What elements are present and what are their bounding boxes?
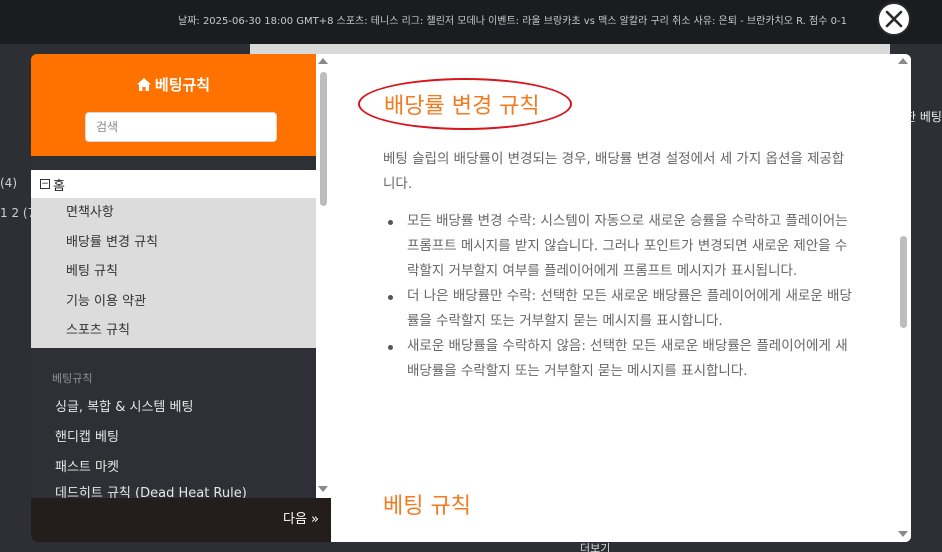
news-ticker: 날짜: 2025-06-30 18:00 GMT+8 스포츠: 테니스 리그: …	[0, 0, 942, 44]
rules-sidebar: 베팅규칙 − 홈 면책사항 배당률 변경 규칙 베팅 규칙 기능 이용 약관 스…	[31, 54, 331, 542]
home-icon	[136, 78, 151, 91]
sidebar-scroll-up-icon[interactable]	[318, 58, 328, 64]
option-item-accept-all: 모든 배당률 변경 수락: 시스템이 자동으로 새로운 승률을 수락하고 플레이…	[383, 209, 853, 284]
sub-item-disclaimer[interactable]: 면책사항	[31, 198, 316, 228]
content-scroll-down-icon[interactable]	[898, 531, 908, 537]
sub-item-odds-change-rules[interactable]: 배당률 변경 규칙	[31, 228, 316, 258]
sidebar-scroll-thumb[interactable]	[320, 72, 327, 206]
sidebar-title: 베팅규칙	[31, 74, 316, 95]
tree-item-home[interactable]: − 홈	[31, 170, 316, 198]
search-input[interactable]	[85, 112, 277, 142]
content-scroll-thumb[interactable]	[900, 236, 907, 328]
content-intro: 베팅 슬립의 배당률이 변경되는 경우, 배당률 변경 설정에서 세 가지 옵션…	[383, 151, 845, 192]
next-button[interactable]: 다음 »	[283, 498, 319, 542]
collapse-icon[interactable]: −	[40, 179, 50, 189]
home-sub-list: 면책사항 배당률 변경 규칙 베팅 규칙 기능 이용 약관 스포츠 규칙	[31, 198, 316, 348]
options-list: 모든 배당률 변경 수락: 시스템이 자동으로 새로운 승률을 수락하고 플레이…	[383, 209, 853, 384]
option-item-accept-none: 새로운 배당률을 수락하지 않음: 선택한 모든 새로운 배당률은 플레이어에게…	[383, 334, 853, 384]
sidebar-title-text: 베팅규칙	[154, 76, 211, 94]
category-item-handicap[interactable]: 핸디캡 베팅	[31, 423, 316, 453]
sidebar-scroll-down-icon[interactable]	[318, 486, 328, 492]
section-label-betting-rules: 베팅규칙	[52, 372, 93, 385]
close-button[interactable]	[877, 2, 911, 36]
content-scroll-up-icon[interactable]	[898, 58, 908, 64]
sidebar-header: 베팅규칙	[31, 54, 316, 156]
content-next-section-title: 베팅 규칙	[383, 494, 471, 519]
background-count-1: (4)	[0, 176, 17, 190]
option-item-accept-better: 더 나은 배당률만 수락: 선택한 모든 새로운 배당률은 플레이어에게 새로운…	[383, 284, 853, 334]
betting-rules-modal: 베팅규칙 − 홈 면책사항 배당률 변경 규칙 베팅 규칙 기능 이용 약관 스…	[31, 54, 911, 542]
tree-item-home-label: 홈	[53, 178, 65, 194]
sub-item-sports-rules[interactable]: 스포츠 규칙	[31, 316, 316, 346]
content-title: 배당률 변경 규칙	[384, 94, 540, 119]
category-list: 싱글, 복합 & 시스템 베팅 핸디캡 베팅 패스트 마켓 데드히트 규칙 (D…	[31, 393, 316, 501]
sub-item-betting-rules[interactable]: 베팅 규칙	[31, 257, 316, 287]
category-item-fast-market[interactable]: 패스트 마켓	[31, 453, 316, 483]
close-icon	[885, 10, 903, 28]
category-item-single-multi-system[interactable]: 싱글, 복합 & 시스템 베팅	[31, 393, 316, 423]
background-odds-row	[250, 44, 890, 54]
sidebar-footer: 다음 »	[31, 498, 331, 542]
sub-item-feature-terms[interactable]: 기능 이용 약관	[31, 287, 316, 317]
rules-content: 배당률 변경 규칙 베팅 슬립의 배당률이 변경되는 경우, 배당률 변경 설정…	[331, 54, 911, 542]
